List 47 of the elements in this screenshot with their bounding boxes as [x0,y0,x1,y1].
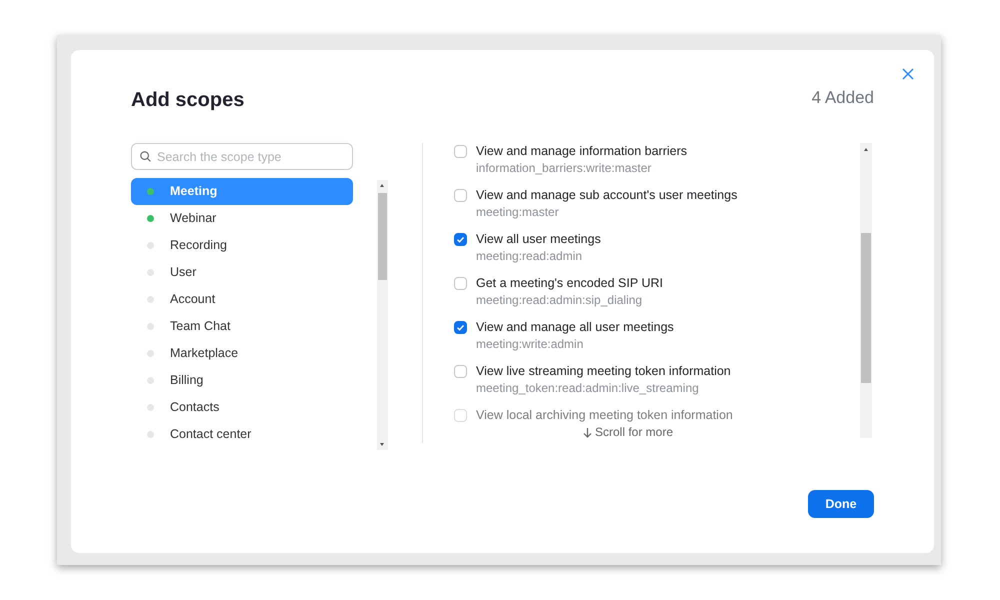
added-count: 4 Added [812,87,874,109]
close-icon[interactable] [900,66,916,82]
scope-title: View all user meetings [476,231,601,247]
scope-type-item[interactable]: Contact center [131,421,353,448]
scope-type-item[interactable]: Billing [131,367,353,394]
scope-type-label: Contact center [170,426,252,444]
scope-title: View local archiving meeting token information [476,407,733,423]
scope-code: information_barriers:write:master [476,160,652,177]
scope-type-label: Account [170,291,216,308]
scrollbar[interactable] [377,180,388,450]
done-button[interactable]: Done [808,490,874,518]
scope-type-label: Recording [170,237,227,254]
scope-type-label: User [170,264,196,282]
scope-type-item[interactable]: Webinar [131,205,353,232]
scope-code: meeting:master [476,204,560,221]
scope-type-item[interactable]: Recording [131,232,353,259]
search-field[interactable]: Search the scope type [131,143,353,170]
scope-type-label: Contacts [170,399,220,416]
checkbox[interactable] [454,321,467,334]
scope-type-label: Meeting [170,183,218,200]
scope-title: View and manage all user meetings [476,319,674,335]
checkbox[interactable] [454,365,467,378]
checkbox[interactable] [454,233,467,246]
down-arrow-icon [583,426,592,438]
scope-code: meeting:write:admin [476,336,584,353]
scope-title: Get a meeting's encoded SIP URI [476,275,663,291]
dialog-title: Add scopes [131,88,244,112]
scope-type-label: Billing [170,372,204,390]
scope-type-item[interactable]: Account [131,286,353,313]
scroll-hint-text: Scroll for more [595,424,674,441]
scope-type-label: Webinar [170,210,216,228]
checkbox[interactable] [454,189,467,202]
scope-code: meeting:read:admin [476,248,584,265]
scrollbar[interactable] [860,143,872,438]
scope-type-item[interactable]: Contacts [131,394,353,421]
scope-type-item[interactable]: User [131,259,353,286]
checkbox[interactable] [454,145,467,158]
scope-type-item[interactable]: Team Chat [131,313,353,340]
scope-title: View and manage sub account's user meetings [476,187,738,203]
scope-title: View live streaming meeting token information [476,363,731,379]
scope-type-label: Marketplace [170,345,238,362]
scope-type-label: Team Chat [170,318,230,336]
scope-title: View and manage information barriers [476,143,687,159]
scope-code: meeting_token:read:admin:live_streaming [476,380,700,397]
scope-type-item[interactable]: Marketplace [131,340,353,367]
checkbox[interactable] [454,277,467,290]
scope-code: meeting:read:admin:sip_dialing [476,292,644,309]
